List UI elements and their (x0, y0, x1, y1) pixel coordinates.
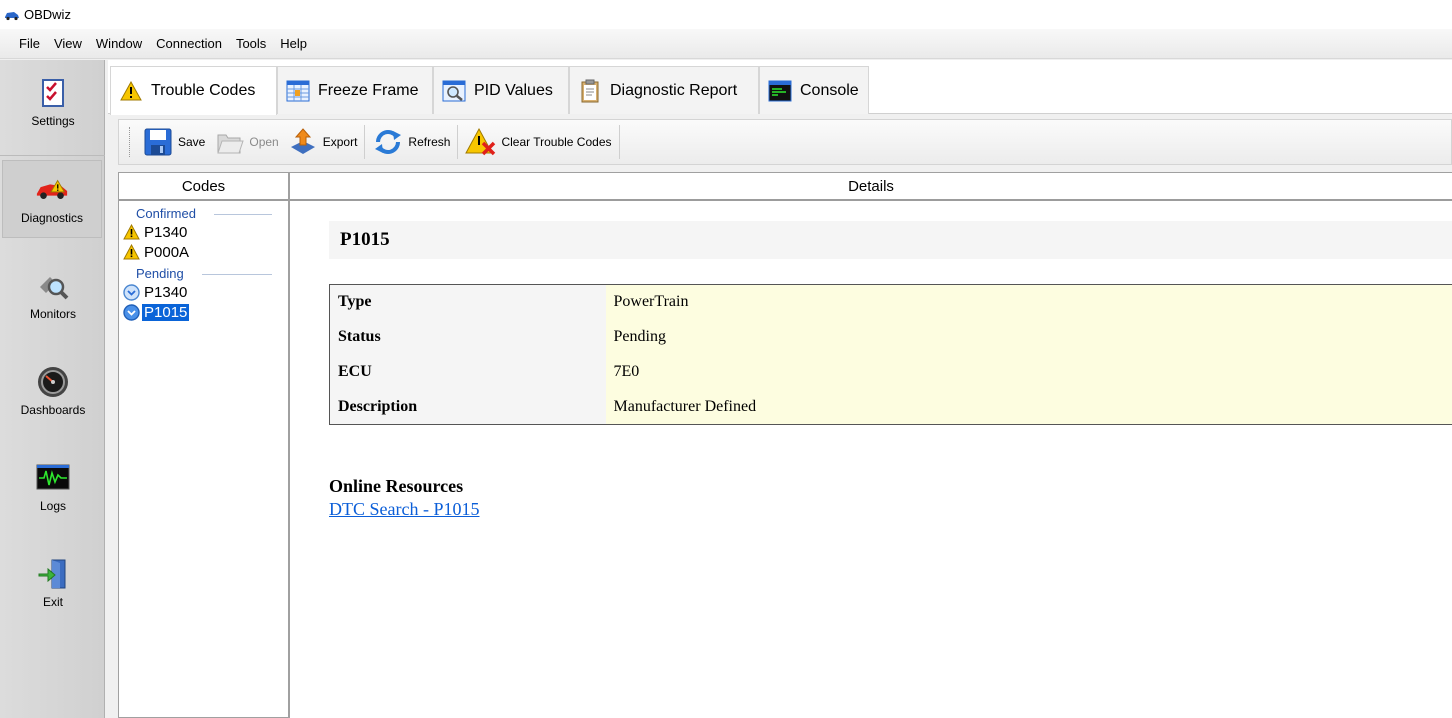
sidebar-item-label: Dashboards (20, 403, 86, 417)
sidebar: Settings Diagnostics Monitors Dashboards… (0, 60, 105, 718)
clock-pending-icon (123, 303, 140, 321)
sidebar-item-monitors[interactable]: Monitors (3, 256, 103, 334)
menu-bar: File View Window Connection Tools Help (0, 29, 1452, 59)
menu-connection[interactable]: Connection (149, 33, 229, 55)
list-item[interactable]: P1340 (119, 282, 288, 302)
chart-magnifier-icon (442, 79, 466, 103)
table-row: ECU 7E0 (329, 354, 1452, 390)
gauge-icon (36, 365, 70, 399)
group-divider (214, 214, 272, 215)
group-divider (202, 274, 272, 275)
menu-window[interactable]: Window (89, 33, 149, 55)
menu-tools[interactable]: Tools (229, 33, 273, 55)
sidebar-item-label: Settings (31, 114, 75, 128)
refresh-icon (372, 126, 404, 158)
table-row: Status Pending (329, 319, 1452, 355)
warning-icon (123, 244, 140, 261)
list-item-selected[interactable]: P1015 (119, 302, 288, 322)
code-title: P1015 (329, 221, 1452, 259)
tab-bar: Trouble Codes Freeze Frame PID Values Di… (108, 60, 1452, 115)
clipboard-icon (578, 79, 602, 103)
export-button[interactable]: Export (283, 123, 362, 161)
group-confirmed-label: Confirmed (119, 205, 288, 222)
sidebar-item-settings[interactable]: Settings (3, 63, 103, 141)
warning-icon (123, 224, 140, 241)
list-item[interactable]: P1340 (119, 222, 288, 242)
refresh-button[interactable]: Refresh (368, 123, 454, 161)
clear-trouble-codes-button[interactable]: Clear Trouble Codes (461, 123, 615, 161)
title-bar: OBDwiz (0, 0, 1452, 29)
details-panel: Details P1015 Type PowerTrain Status Pen… (289, 172, 1452, 718)
details-header: Details (290, 173, 1452, 201)
warning-icon (119, 79, 143, 103)
toolbar-separator (364, 125, 366, 159)
menu-view[interactable]: View (47, 33, 89, 55)
terminal-icon (768, 79, 792, 103)
magnifier-icon (36, 269, 70, 303)
tab-console[interactable]: Console (759, 66, 869, 114)
sidebar-item-diagnostics[interactable]: Diagnostics (2, 160, 102, 238)
menu-help[interactable]: Help (273, 33, 314, 55)
toolbar-grip[interactable] (129, 127, 132, 157)
tab-pid-values[interactable]: PID Values (433, 66, 569, 114)
checklist-icon (36, 76, 70, 110)
sidebar-item-label: Diagnostics (20, 211, 84, 225)
car-warning-icon (35, 173, 69, 207)
group-pending-label: Pending (119, 265, 288, 282)
grid-icon (286, 79, 310, 103)
toolbar: Save Open Export Refresh Clear Trouble C… (118, 119, 1452, 165)
codes-header: Codes (119, 173, 288, 201)
floppy-disk-icon (142, 126, 174, 158)
online-resources-heading: Online Resources (329, 476, 464, 496)
sidebar-divider (0, 155, 105, 156)
save-button[interactable]: Save (138, 123, 209, 161)
table-row: Description Manufacturer Defined (329, 389, 1452, 425)
sidebar-item-logs[interactable]: Logs (3, 448, 103, 526)
sidebar-item-label: Monitors (29, 307, 76, 321)
sidebar-item-dashboards[interactable]: Dashboards (3, 352, 103, 430)
table-row: Type PowerTrain (329, 284, 1452, 320)
tab-trouble-codes[interactable]: Trouble Codes (110, 66, 277, 115)
list-item[interactable]: P000A (119, 242, 288, 262)
code-info-table: Type PowerTrain Status Pending ECU 7E0 D… (329, 284, 1452, 425)
open-button[interactable]: Open (209, 123, 282, 161)
open-folder-icon (213, 126, 245, 158)
toolbar-separator (457, 125, 459, 159)
dtc-search-link[interactable]: DTC Search - P1015 (329, 499, 479, 520)
exit-door-icon (36, 557, 70, 591)
window-title: OBDwiz (24, 7, 71, 22)
export-icon (287, 126, 319, 158)
warning-clear-icon (465, 126, 497, 158)
tab-diagnostic-report[interactable]: Diagnostic Report (569, 66, 759, 114)
clock-pending-icon (123, 283, 140, 301)
sidebar-item-exit[interactable]: Exit (3, 544, 103, 622)
car-app-icon (4, 9, 20, 21)
waveform-icon (36, 461, 70, 495)
codes-panel: Codes Confirmed P1340 P000A Pending P134… (118, 172, 289, 718)
toolbar-separator (618, 125, 620, 159)
sidebar-item-label: Exit (42, 595, 63, 609)
menu-file[interactable]: File (12, 33, 47, 55)
tab-freeze-frame[interactable]: Freeze Frame (277, 66, 433, 114)
sidebar-item-label: Logs (39, 499, 67, 513)
